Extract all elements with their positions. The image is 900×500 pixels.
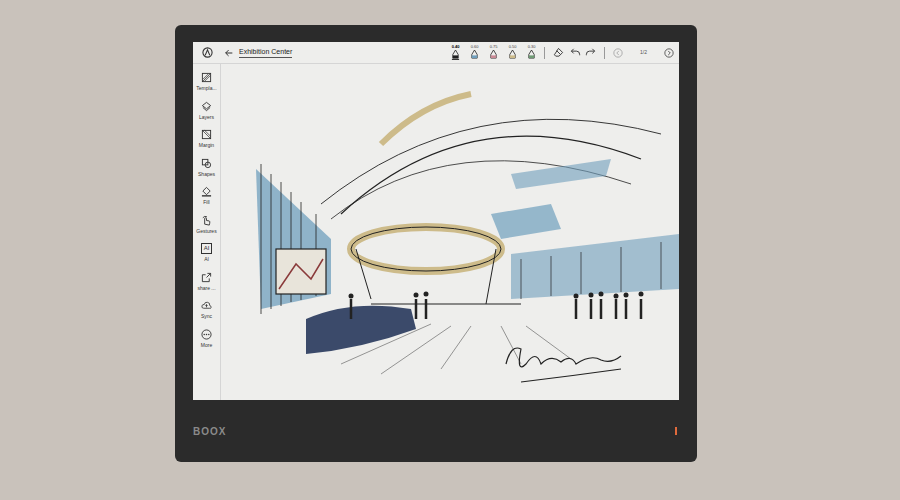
pen-icon xyxy=(527,49,536,60)
ai-box-icon: AI xyxy=(201,243,212,254)
sidebar-item[interactable]: share ... xyxy=(193,272,221,292)
fill-icon xyxy=(201,186,212,197)
sidebar: Templa... Layers Margin Shapes Fill Gestures A… xyxy=(193,64,221,400)
sidebar-item[interactable]: Layers xyxy=(193,101,221,121)
next-page-icon[interactable] xyxy=(664,48,674,58)
screen: Exhibition Center 0.40 0.60 0.75 0.50 0.30 1/2… xyxy=(193,42,679,400)
pen-group: 0.40 0.60 0.75 0.50 0.30 xyxy=(451,45,536,60)
pen-icon xyxy=(508,49,517,60)
top-bar: Exhibition Center 0.40 0.60 0.75 0.50 0.30 1/2 xyxy=(193,42,679,64)
pen-button[interactable]: 0.30 xyxy=(527,45,536,60)
pen-icon xyxy=(489,49,498,60)
pen-icon xyxy=(451,49,460,60)
sync-icon xyxy=(201,300,212,311)
pen-button[interactable]: 0.75 xyxy=(489,45,498,60)
sidebar-item[interactable]: Templa... xyxy=(193,72,221,92)
canvas[interactable] xyxy=(221,64,679,400)
layers-icon xyxy=(201,101,212,112)
margin-icon xyxy=(201,129,212,140)
note-title[interactable]: Exhibition Center xyxy=(239,47,292,57)
app-logo-icon[interactable] xyxy=(202,47,213,58)
sidebar-item[interactable]: Shapes xyxy=(193,158,221,178)
share-icon xyxy=(201,272,212,283)
sidebar-item[interactable]: Gestures xyxy=(193,215,221,235)
more-icon xyxy=(201,329,212,340)
undo-icon[interactable] xyxy=(570,47,581,58)
sidebar-item[interactable]: More xyxy=(193,329,221,349)
sidebar-item[interactable]: Margin xyxy=(193,129,221,149)
sidebar-item[interactable]: AIAI xyxy=(193,243,221,263)
gestures-icon xyxy=(201,215,212,226)
sidebar-item[interactable]: Sync xyxy=(193,300,221,320)
sidebar-item[interactable]: Fill xyxy=(193,186,221,206)
pen-button[interactable]: 0.60 xyxy=(470,45,479,60)
brand-logo: BOOX xyxy=(193,424,226,439)
previous-page-icon[interactable] xyxy=(613,48,623,58)
eraser-icon[interactable] xyxy=(553,47,564,58)
page: Exhibition Center 0.40 0.60 0.75 0.50 0.30 1/2… xyxy=(0,0,900,500)
template-icon xyxy=(201,72,212,83)
architecture-sketch xyxy=(221,64,679,400)
back-arrow-icon[interactable] xyxy=(224,48,234,58)
redo-icon[interactable] xyxy=(585,47,596,58)
tablet: Exhibition Center 0.40 0.60 0.75 0.50 0.30 1/2… xyxy=(175,25,697,462)
page-indicator: 1/2 xyxy=(640,49,647,57)
bezel: BOOX xyxy=(193,400,679,462)
pen-button[interactable]: 0.40 xyxy=(451,45,460,60)
shapes-icon xyxy=(201,158,212,169)
pen-icon xyxy=(470,49,479,60)
pen-button[interactable]: 0.50 xyxy=(508,45,517,60)
indicator-mark xyxy=(675,427,677,435)
